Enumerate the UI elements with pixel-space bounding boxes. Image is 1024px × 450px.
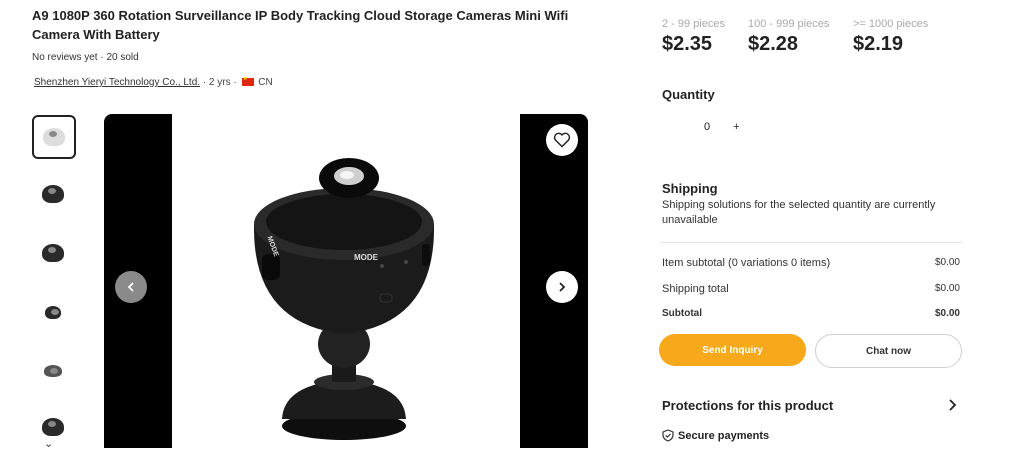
thumbnail-3[interactable] bbox=[32, 232, 74, 274]
thumbnail-5[interactable] bbox=[32, 350, 74, 392]
thumbnail-image bbox=[45, 305, 61, 319]
send-inquiry-button[interactable]: Send Inquiry bbox=[659, 334, 806, 366]
product-title: A9 1080P 360 Rotation Surveillance IP Bo… bbox=[32, 8, 569, 42]
thumbnail-image bbox=[42, 418, 64, 436]
quantity-increment-button[interactable]: + bbox=[733, 121, 739, 133]
heart-icon bbox=[553, 132, 571, 148]
next-image-button[interactable] bbox=[546, 271, 578, 303]
favorite-button[interactable] bbox=[546, 124, 578, 156]
price-tier-3: >= 1000 pieces $2.19 bbox=[853, 18, 928, 56]
supplier-link[interactable]: Shenzhen Yieryi Technology Co., Ltd. bbox=[34, 77, 200, 88]
item-subtotal-label: Item subtotal (0 variations 0 items) bbox=[662, 257, 831, 269]
protections-row[interactable]: Protections for this product bbox=[662, 398, 958, 413]
chevron-right-icon bbox=[949, 399, 957, 411]
price-tier-range: 100 - 999 pieces bbox=[748, 18, 830, 30]
thumbnail-2[interactable] bbox=[32, 173, 74, 215]
secure-payments-label: Secure payments bbox=[678, 429, 770, 442]
review-sold-meta: No reviews yet · 20 sold bbox=[32, 52, 139, 63]
thumbnail-image bbox=[43, 128, 65, 146]
shipping-total-value: $0.00 bbox=[934, 283, 960, 294]
previous-image-button[interactable] bbox=[115, 271, 147, 303]
price-tier-price: $2.28 bbox=[748, 33, 799, 55]
chevron-down-icon[interactable]: ⌄ bbox=[44, 437, 53, 450]
quantity-label: Quantity bbox=[662, 87, 715, 102]
thumbnail-image bbox=[42, 185, 64, 203]
price-tier-range: >= 1000 pieces bbox=[853, 18, 929, 30]
thumbnail-4[interactable] bbox=[32, 291, 74, 333]
camera-illustration: MODE MODE bbox=[253, 158, 435, 440]
shipping-total-row: Shipping total $0.00 bbox=[662, 283, 960, 295]
subtotal-value: $0.00 bbox=[934, 308, 960, 319]
subtotal-row: Subtotal $0.00 bbox=[662, 308, 960, 319]
chat-now-button[interactable]: Chat now bbox=[815, 334, 962, 368]
item-subtotal-value: $0.00 bbox=[934, 257, 960, 268]
thumbnail-image bbox=[42, 244, 64, 262]
shield-check-icon bbox=[662, 429, 674, 442]
thumbnail-image bbox=[44, 365, 62, 377]
protections-heading: Protections for this product bbox=[662, 398, 834, 413]
shipping-heading: Shipping bbox=[662, 181, 718, 196]
shipping-message: Shipping solutions for the selected quan… bbox=[662, 199, 936, 226]
thumbnail-1[interactable] bbox=[32, 115, 76, 159]
secure-payments: Secure payments bbox=[662, 429, 769, 442]
shipping-total-label: Shipping total bbox=[662, 283, 729, 295]
main-product-image: MODE MODE bbox=[104, 114, 588, 448]
china-flag-icon bbox=[241, 75, 254, 86]
chevron-left-icon bbox=[127, 282, 134, 292]
price-tier-range: 2 - 99 pieces bbox=[662, 18, 725, 30]
price-tier-2: 100 - 999 pieces $2.28 bbox=[748, 18, 829, 56]
item-subtotal-row: Item subtotal (0 variations 0 items) $0.… bbox=[662, 257, 960, 269]
mode-label: MODE bbox=[354, 253, 379, 262]
price-tier-1: 2 - 99 pieces $2.35 bbox=[662, 18, 725, 56]
price-tier-price: $2.35 bbox=[662, 33, 713, 55]
supplier-years: · 2 yrs · bbox=[202, 77, 237, 88]
divider bbox=[660, 242, 962, 243]
quantity-value[interactable]: 0 bbox=[704, 121, 710, 133]
price-tier-price: $2.19 bbox=[853, 33, 904, 55]
subtotal-label: Subtotal bbox=[662, 308, 702, 319]
thumbnail-strip bbox=[30, 115, 80, 448]
quantity-stepper: 0 + bbox=[704, 121, 763, 133]
supplier-country: CN bbox=[258, 77, 273, 88]
chevron-right-icon bbox=[559, 282, 566, 292]
supplier-line: Shenzhen Yieryi Technology Co., Ltd. · 2… bbox=[34, 75, 273, 88]
